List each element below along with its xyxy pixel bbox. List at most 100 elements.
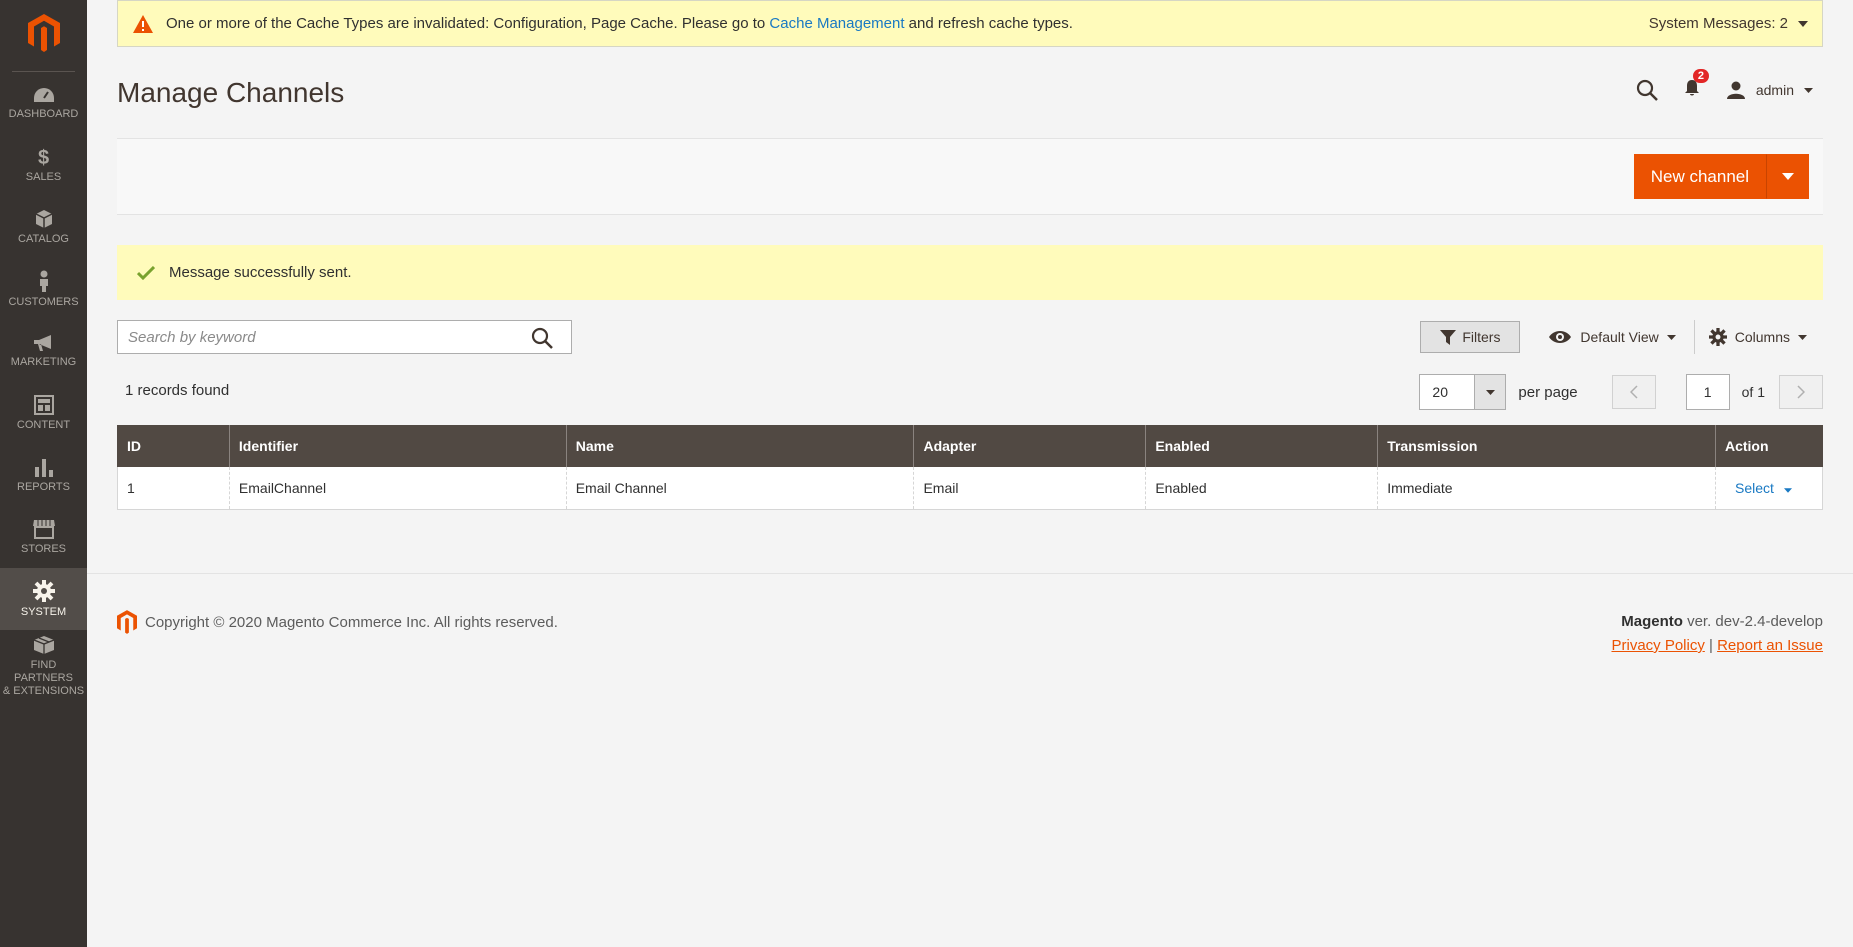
footer-copyright: Copyright © 2020 Magento Commerce Inc. A… (117, 610, 558, 634)
success-message-text: Message successfully sent. (169, 264, 352, 281)
column-header-action: Action (1714, 425, 1823, 467)
chevron-down-icon (1666, 334, 1676, 340)
sidebar-item-label: CATALOG (18, 233, 69, 245)
notification-count-badge: 2 (1692, 69, 1709, 83)
username: admin (1755, 82, 1794, 98)
sidebar-item-reports[interactable]: REPORTS (0, 444, 87, 506)
admin-sidebar: DASHBOARD $ SALES CATALOG CUSTOMERS MARK… (0, 0, 87, 947)
warning-icon (133, 14, 153, 33)
layout-icon (33, 395, 54, 415)
megaphone-icon (33, 335, 51, 351)
next-page-button[interactable] (1779, 375, 1823, 409)
chevron-down-icon (1783, 488, 1792, 493)
user-menu[interactable]: admin (1726, 81, 1813, 99)
chevron-down-icon (1804, 87, 1813, 93)
sidebar-item-find-partners[interactable]: FIND PARTNERS & EXTENSIONS (0, 630, 87, 702)
chevron-left-icon (1629, 385, 1638, 399)
column-header-enabled[interactable]: Enabled (1145, 425, 1378, 467)
sidebar-item-label: STORES (20, 543, 67, 555)
new-channel-dropdown-toggle[interactable] (1766, 154, 1809, 199)
bar-chart-icon (34, 459, 53, 477)
sidebar-nav: DASHBOARD $ SALES CATALOG CUSTOMERS MARK… (0, 72, 87, 702)
previous-page-button[interactable] (1611, 375, 1656, 409)
magento-logo (117, 610, 137, 634)
sidebar-item-label: MARKETING (10, 356, 77, 368)
pager-row: 1 records found 20 per page 1 of 1 (117, 374, 1823, 410)
sidebar-item-system[interactable]: SYSTEM (0, 568, 87, 630)
per-page-select[interactable]: 20 (1419, 374, 1507, 410)
checkmark-icon (137, 265, 155, 280)
main-content: One or more of the Cache Types are inval… (117, 0, 1824, 510)
columns-selector[interactable]: Columns (1708, 328, 1823, 346)
pagination: 20 per page 1 of 1 (1419, 374, 1823, 410)
cell-name: Email Channel (565, 467, 914, 510)
new-channel-button[interactable]: New channel (1633, 154, 1766, 199)
filters-button[interactable]: Filters (1420, 321, 1521, 353)
header-actions: 2 admin (1636, 69, 1813, 101)
chevron-down-icon (1798, 20, 1808, 27)
row-action-select[interactable]: Select (1714, 467, 1824, 510)
sidebar-item-sales[interactable]: $ SALES (0, 134, 87, 196)
table-row[interactable]: 1 EmailChannel Email Channel Email Enabl… (117, 467, 1824, 510)
eye-icon (1549, 331, 1572, 343)
sidebar-item-customers[interactable]: CUSTOMERS (0, 258, 87, 320)
page-title: Manage Channels (117, 76, 345, 108)
grid-header-row: ID Identifier Name Adapter Enabled Trans… (117, 425, 1823, 467)
chevron-down-icon (1485, 389, 1495, 395)
search-icon[interactable] (531, 327, 553, 349)
column-header-name[interactable]: Name (565, 425, 914, 467)
chevron-down-icon (1781, 173, 1794, 180)
search-icon[interactable] (1636, 79, 1658, 101)
chevron-down-icon (1798, 334, 1807, 340)
sidebar-item-marketing[interactable]: MARKETING (0, 320, 87, 382)
cell-transmission: Immediate (1377, 467, 1716, 510)
page-total-label: of 1 (1741, 384, 1765, 400)
sidebar-item-label: CONTENT (16, 419, 71, 431)
keyword-search (117, 320, 572, 354)
blocks-icon (33, 635, 54, 654)
svg-text:$: $ (38, 147, 49, 167)
success-message: Message successfully sent. (117, 245, 1823, 300)
sidebar-item-label: REPORTS (17, 481, 70, 493)
sidebar-item-stores[interactable]: STORES (0, 506, 87, 568)
sidebar-item-catalog[interactable]: CATALOG (0, 196, 87, 258)
grid-toolbar: Filters Default View Columns (117, 320, 1823, 354)
person-icon (39, 270, 48, 292)
cache-management-link[interactable]: Cache Management (769, 15, 904, 32)
column-header-adapter[interactable]: Adapter (913, 425, 1146, 467)
sidebar-item-label: FIND PARTNERS (14, 658, 73, 684)
records-count: 1 records found (125, 382, 230, 399)
page-footer: Copyright © 2020 Magento Commerce Inc. A… (87, 573, 1853, 947)
report-issue-link[interactable]: Report an Issue (1717, 637, 1823, 654)
system-message-text: One or more of the Cache Types are inval… (166, 15, 1073, 32)
system-message-bar: One or more of the Cache Types are inval… (117, 0, 1823, 47)
view-selector[interactable]: Default View (1548, 320, 1695, 354)
per-page-toggle[interactable] (1474, 375, 1506, 409)
new-channel-split-button: New channel (1633, 154, 1809, 199)
page-number-input[interactable]: 1 (1685, 374, 1730, 410)
column-header-identifier[interactable]: Identifier (228, 425, 567, 467)
sidebar-item-label: SALES (25, 171, 62, 183)
magento-logo[interactable] (12, 0, 75, 72)
notifications-button[interactable]: 2 (1684, 69, 1709, 101)
cell-enabled: Enabled (1145, 467, 1378, 510)
footer-separator: | (1709, 637, 1713, 654)
cell-identifier: EmailChannel (228, 467, 567, 510)
store-icon (32, 520, 55, 539)
sidebar-item-dashboard[interactable]: DASHBOARD (0, 72, 87, 134)
version-text: ver. dev-2.4-develop (1682, 613, 1823, 630)
privacy-policy-link[interactable]: Privacy Policy (1611, 637, 1704, 654)
footer-version: Magento ver. dev-2.4-develop Privacy Pol… (1611, 610, 1823, 658)
column-header-id[interactable]: ID (117, 425, 230, 467)
dollar-icon: $ (38, 147, 49, 167)
dashboard-icon (33, 88, 54, 102)
sidebar-item-label: CUSTOMERS (8, 296, 79, 308)
sidebar-item-label: SYSTEM (20, 606, 67, 618)
system-messages-toggle[interactable]: System Messages: 2 (1649, 15, 1808, 32)
page-header: Manage Channels 2 admin (117, 47, 1823, 138)
column-header-transmission[interactable]: Transmission (1377, 425, 1716, 467)
search-input[interactable] (128, 328, 508, 346)
sidebar-item-content[interactable]: CONTENT (0, 382, 87, 444)
page-actions-bar: New channel (117, 138, 1823, 215)
sidebar-item-label: & EXTENSIONS (2, 684, 85, 697)
